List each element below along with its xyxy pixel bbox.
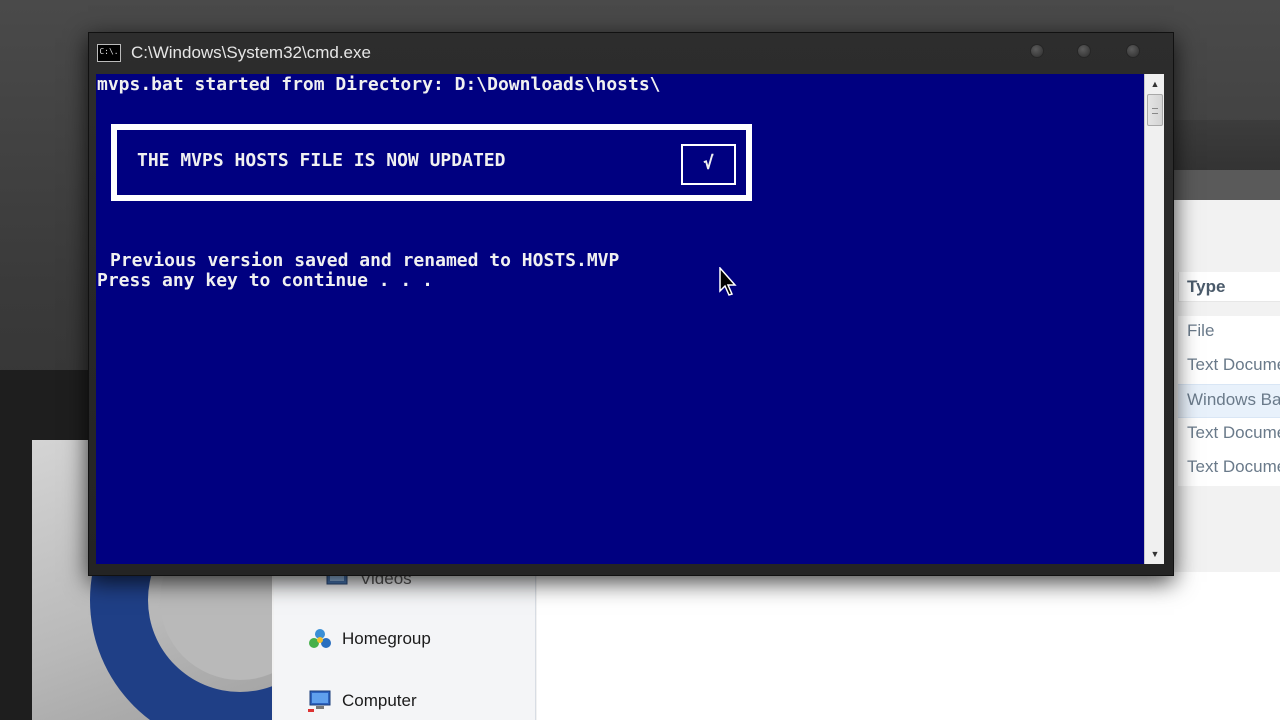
- cmd-window[interactable]: C:\. C:\Windows\System32\cmd.exe mvps.ba…: [88, 32, 1174, 576]
- file-type: Text Document: [1187, 457, 1280, 476]
- scroll-up-icon[interactable]: ▲: [1147, 76, 1163, 92]
- checkmark-icon: √: [681, 144, 736, 185]
- console-line-saved: Previous version saved and renamed to HO…: [110, 250, 620, 271]
- minimize-icon[interactable]: [1030, 44, 1044, 58]
- cmd-titlebar[interactable]: C:\. C:\Windows\System32\cmd.exe: [89, 33, 1173, 73]
- file-type: Windows Batch File: [1187, 390, 1280, 409]
- file-row-selected[interactable]: Windows Batch File: [1178, 384, 1280, 418]
- column-header-label: Type: [1187, 277, 1226, 296]
- mouse-pointer-icon: [719, 266, 739, 297]
- file-type: Text Document: [1187, 355, 1280, 374]
- nav-item-computer[interactable]: Computer: [308, 690, 417, 712]
- console-line-prompt: Press any key to continue . . .: [97, 270, 433, 291]
- banner-text: THE MVPS HOSTS FILE IS NOW UPDATED: [137, 150, 506, 171]
- explorer-content-pane: [537, 572, 1280, 720]
- nav-item-label: Homegroup: [342, 629, 431, 648]
- console-line-started: mvps.bat started from Directory: D:\Down…: [97, 74, 661, 95]
- file-type: Text Document: [1187, 423, 1280, 442]
- scroll-thumb[interactable]: [1147, 94, 1163, 126]
- computer-icon: [308, 690, 332, 712]
- nav-item-label: Computer: [342, 691, 417, 710]
- window-title: C:\Windows\System32\cmd.exe: [131, 43, 371, 62]
- vertical-scrollbar[interactable]: ▲ ▼: [1144, 74, 1164, 564]
- file-type: File: [1187, 321, 1215, 340]
- file-row[interactable]: Text Document: [1178, 418, 1280, 452]
- file-row[interactable]: File: [1178, 316, 1280, 350]
- maximize-icon[interactable]: [1077, 44, 1091, 58]
- cmd-app-icon[interactable]: C:\.: [97, 44, 121, 62]
- file-row[interactable]: Text Document: [1178, 350, 1280, 384]
- nav-item-homegroup[interactable]: Homegroup: [308, 628, 431, 650]
- update-banner: THE MVPS HOSTS FILE IS NOW UPDATED √: [111, 124, 752, 201]
- file-row[interactable]: Text Document: [1178, 452, 1280, 486]
- explorer-toolbar-strip: [1172, 170, 1280, 200]
- close-icon[interactable]: [1126, 44, 1140, 58]
- scroll-down-icon[interactable]: ▼: [1147, 546, 1163, 562]
- console-output[interactable]: mvps.bat started from Directory: D:\Down…: [96, 74, 1151, 564]
- homegroup-icon: [308, 628, 332, 650]
